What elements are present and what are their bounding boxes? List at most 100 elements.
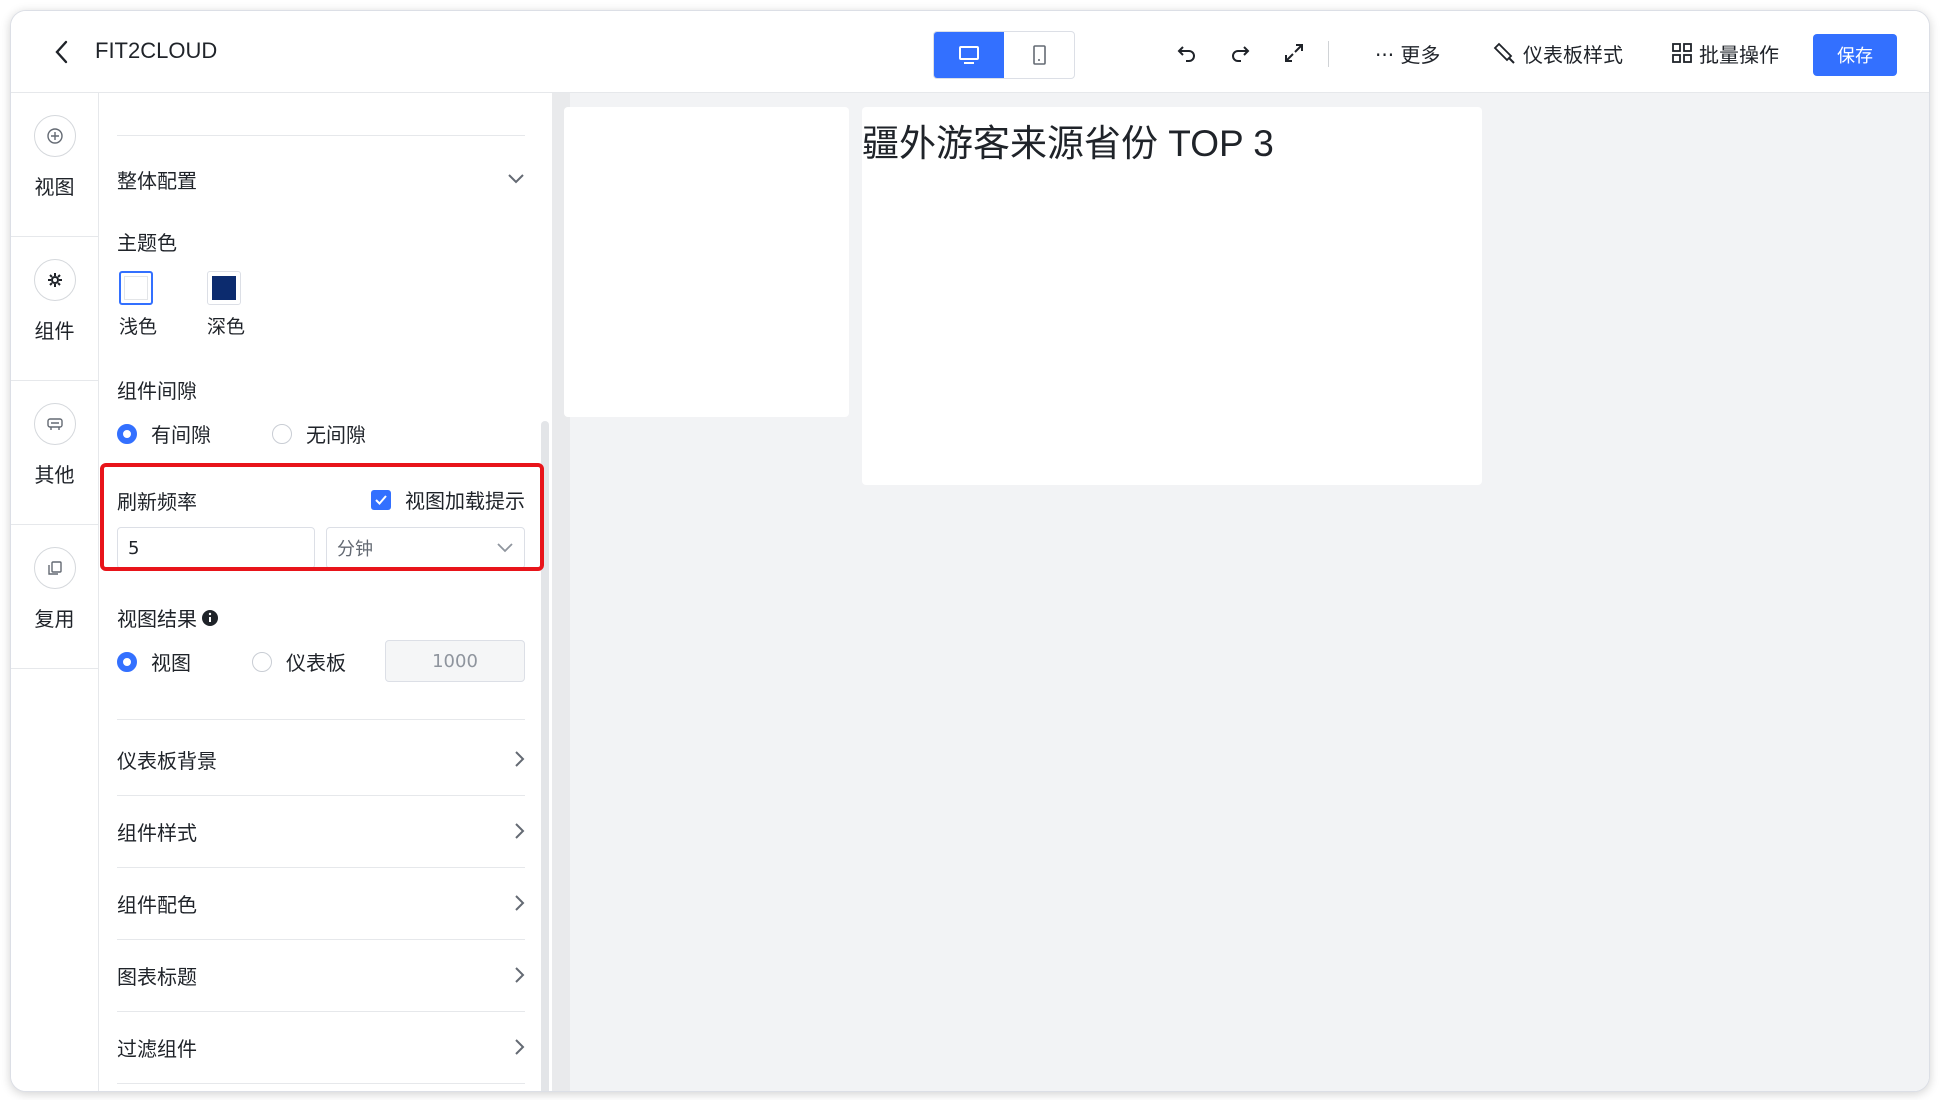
radio-selected-icon <box>117 651 137 672</box>
rail-item-reuse[interactable]: 复用 <box>11 525 98 669</box>
section-label: 图表标题 <box>117 964 197 989</box>
view-load-tip-label: 视图加载提示 <box>405 489 525 513</box>
info-icon <box>202 609 218 626</box>
left-rail: 视图 组件 其他 复用 <box>11 93 99 1091</box>
divider <box>117 135 525 136</box>
result-dashboard-radio[interactable]: 仪表板 <box>252 647 346 676</box>
top-toolbar: FIT2CLOUD ··· 更多 仪表板样式 批量操作 保存 <box>11 11 1929 93</box>
gap-on-label: 有间隙 <box>151 423 211 447</box>
desktop-icon <box>959 46 979 64</box>
chevron-right-icon <box>515 895 525 911</box>
chevron-left-icon <box>55 40 68 64</box>
redo-button[interactable] <box>1224 37 1256 69</box>
device-toggle <box>933 31 1075 79</box>
divider <box>117 1011 525 1012</box>
expand-icon <box>1285 44 1303 62</box>
divider <box>117 795 525 796</box>
rail-label: 其他 <box>34 463 75 487</box>
checkbox-checked-icon <box>371 489 391 510</box>
theme-dark-swatch[interactable] <box>207 271 241 305</box>
rail-label: 视图 <box>34 175 75 199</box>
gap-off-label: 无间隙 <box>306 423 366 447</box>
divider <box>117 939 525 940</box>
view-result-label: 视图结果 <box>117 607 197 631</box>
plus-circle-icon <box>33 115 76 157</box>
dashboard-style-label: 仪表板样式 <box>1523 42 1623 67</box>
batch-operation-label: 批量操作 <box>1699 42 1779 67</box>
gap-on-radio[interactable]: 有间隙 <box>117 419 211 448</box>
divider <box>117 1083 525 1084</box>
refresh-unit-value: 分钟 <box>337 539 373 560</box>
mobile-icon <box>1033 45 1046 65</box>
section-label: 仪表板背景 <box>117 748 217 773</box>
panel-scrollbar[interactable] <box>541 421 549 1091</box>
theme-light-label: 浅色 <box>119 316 158 338</box>
refresh-label: 刷新频率 <box>117 490 197 514</box>
divider <box>117 719 525 720</box>
section-chart-title[interactable]: 图表标题 <box>117 953 525 997</box>
save-button[interactable]: 保存 <box>1813 34 1897 76</box>
grid-icon <box>1672 43 1692 63</box>
section-component-color[interactable]: 组件配色 <box>117 881 525 925</box>
overall-config-header[interactable]: 整体配置 <box>117 157 525 201</box>
chevron-right-icon <box>515 1039 525 1055</box>
result-dashboard-label: 仪表板 <box>286 651 346 675</box>
undo-button[interactable] <box>1171 37 1203 69</box>
mobile-view-button[interactable] <box>1004 32 1074 78</box>
more-button[interactable]: ··· 更多 <box>1375 37 1440 69</box>
rail-item-view[interactable]: 视图 <box>11 93 98 237</box>
theme-light-swatch[interactable] <box>119 271 153 305</box>
redo-icon <box>1232 46 1250 62</box>
gear-icon <box>33 259 76 301</box>
config-panel: 整体配置 主题色 浅色 深色 组件间隙 有间隙 无间隙 刷新频率 视图加载提示 … <box>100 93 552 1091</box>
section-component-style[interactable]: 组件样式 <box>117 809 525 853</box>
view-result-row: 视图结果 <box>117 603 219 632</box>
gap-off-radio[interactable]: 无间隙 <box>272 419 366 448</box>
dashboard-style-button[interactable]: 仪表板样式 <box>1493 37 1623 69</box>
app-window: FIT2CLOUD ··· 更多 仪表板样式 批量操作 保存 视图 组件 其他 … <box>10 10 1930 1092</box>
section-label: 过滤组件 <box>117 1036 197 1061</box>
dashboard-card-chart[interactable]: 疆外游客来源省份 TOP 3 <box>862 107 1482 485</box>
card-title: 疆外游客来源省份 TOP 3 <box>862 123 1274 164</box>
radio-empty-icon <box>272 423 292 444</box>
brush-icon <box>1493 42 1515 64</box>
page-title: FIT2CLOUD <box>95 38 218 63</box>
dashboard-card-blank[interactable] <box>564 107 849 417</box>
section-label: 组件配色 <box>117 892 197 917</box>
more-label: ··· 更多 <box>1375 42 1441 67</box>
dashboard-canvas: 疆外游客来源省份 TOP 3 <box>552 93 1929 1091</box>
radio-selected-icon <box>117 423 137 444</box>
rail-label: 组件 <box>34 319 75 343</box>
chevron-down-icon <box>497 543 513 553</box>
result-view-label: 视图 <box>151 651 191 675</box>
view-load-tip-checkbox[interactable]: 视图加载提示 <box>371 485 525 514</box>
chevron-right-icon <box>515 751 525 767</box>
desktop-view-button[interactable] <box>934 32 1004 78</box>
refresh-unit-select[interactable]: 分钟 <box>326 527 525 569</box>
section-filter-component[interactable]: 过滤组件 <box>117 1025 525 1069</box>
radio-empty-icon <box>252 651 272 672</box>
rail-item-other[interactable]: 其他 <box>11 381 98 525</box>
copy-icon <box>33 547 76 589</box>
result-view-radio[interactable]: 视图 <box>117 647 191 676</box>
section-label: 组件样式 <box>117 820 197 845</box>
rail-item-component[interactable]: 组件 <box>11 237 98 381</box>
divider <box>117 867 525 868</box>
toolbar-divider <box>1328 41 1329 67</box>
chevron-right-icon <box>515 823 525 839</box>
overall-config-label: 整体配置 <box>117 168 197 193</box>
theme-color-label: 主题色 <box>117 231 177 255</box>
section-dashboard-background[interactable]: 仪表板背景 <box>117 737 525 781</box>
theme-dark-label: 深色 <box>207 316 246 338</box>
undo-icon <box>1177 46 1195 62</box>
batch-operation-button[interactable]: 批量操作 <box>1671 37 1779 69</box>
back-button[interactable] <box>45 35 79 69</box>
fullscreen-button[interactable] <box>1278 37 1310 69</box>
result-limit-input: 1000 <box>385 640 525 682</box>
refresh-value-input[interactable]: 5 <box>117 527 315 569</box>
other-icon <box>33 403 76 445</box>
rail-label: 复用 <box>34 607 75 631</box>
chevron-down-icon <box>508 174 524 184</box>
gap-label: 组件间隙 <box>117 379 197 403</box>
chevron-right-icon <box>515 967 525 983</box>
